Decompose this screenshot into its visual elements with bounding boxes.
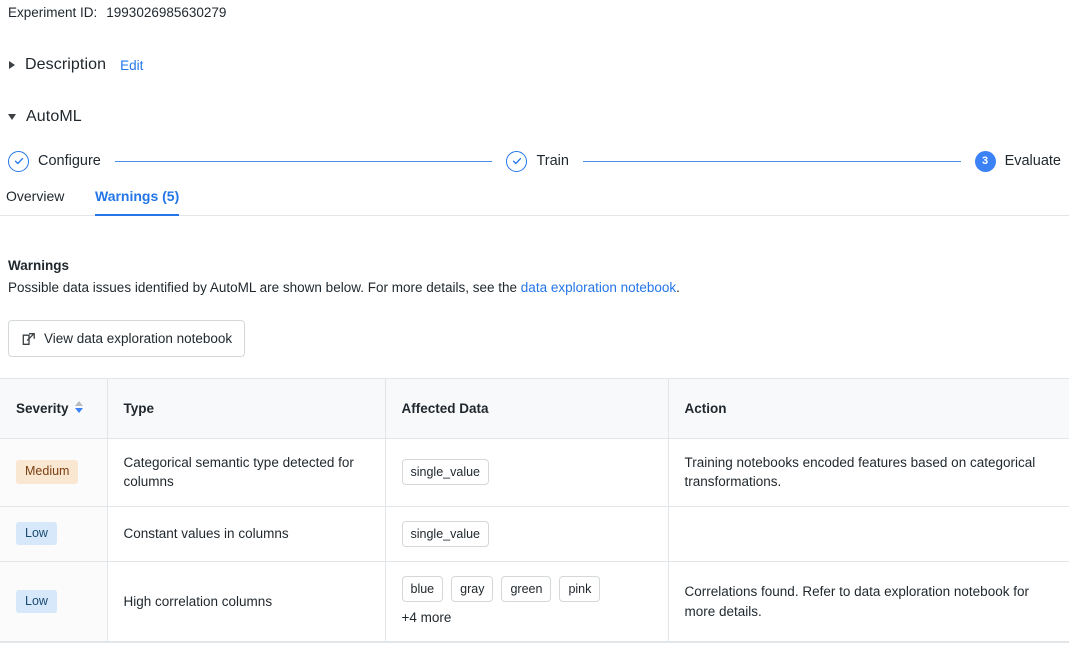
column-header-severity-label: Severity [16, 400, 69, 416]
table-header-row: Severity Type Affected Data Action [0, 379, 1069, 439]
check-circle-icon [506, 150, 528, 172]
cell-action: Correlations found. Refer to data explor… [668, 561, 1069, 643]
sort-arrows-icon[interactable] [74, 401, 83, 414]
step-train[interactable]: Train [506, 150, 569, 172]
section-title-description: Description [25, 56, 107, 73]
chip-more-label[interactable]: +4 more [402, 608, 452, 628]
automl-stepper: Configure Train 3 Evaluate [8, 147, 1061, 175]
warnings-heading: Warnings [8, 258, 70, 273]
status-badge: Low [16, 589, 57, 614]
tab-warnings[interactable]: Warnings (5) [95, 182, 180, 216]
chip: gray [451, 575, 494, 602]
warnings-table: Severity Type Affected Data Action Mediu… [0, 378, 1069, 644]
section-header-description[interactable]: Description Edit [8, 56, 143, 74]
sort-descending-arrow [74, 408, 83, 414]
cell-severity: Low [0, 561, 108, 643]
experiment-id-line: Experiment ID: 1993026985630279 [8, 5, 226, 20]
table-row: Low Constant values in columns single_va… [0, 506, 1069, 562]
data-exploration-notebook-link[interactable]: data exploration notebook [521, 280, 676, 295]
chip: blue [401, 575, 444, 602]
check-circle-icon [8, 150, 29, 172]
tab-bar: Overview Warnings (5) [0, 182, 1069, 216]
cell-severity: Medium [0, 438, 108, 507]
step-label-train: Train [536, 153, 569, 169]
step-configure[interactable]: Configure [8, 150, 101, 172]
step-connector-2 [582, 160, 961, 162]
cell-severity: Low [0, 506, 108, 562]
experiment-id-value: 1993026985630279 [106, 5, 227, 20]
chip: pink [559, 575, 601, 602]
column-header-type[interactable]: Type [107, 379, 386, 439]
column-header-action[interactable]: Action [668, 379, 1069, 439]
view-data-exploration-notebook-button[interactable]: View data exploration notebook [8, 320, 246, 357]
experiment-id-label: Experiment ID: [8, 5, 98, 20]
section-title-automl: AutoML [26, 108, 82, 125]
table-row: Medium Categorical semantic type detecte… [0, 438, 1069, 507]
section-header-automl[interactable]: AutoML [8, 108, 82, 126]
automl-warnings-page: Experiment ID: 1993026985630279 Descripti… [0, 0, 1069, 647]
cell-type: High correlation columns [107, 561, 386, 643]
cell-type: Constant values in columns [107, 506, 386, 562]
chevron-right-icon[interactable] [9, 61, 15, 69]
cell-affected-data: single_value [385, 438, 669, 507]
chip: single_value [401, 459, 489, 486]
status-badge: Low [16, 521, 57, 546]
cell-affected-data: single_value [385, 506, 669, 562]
tab-overview[interactable]: Overview [6, 182, 64, 215]
warnings-description: Possible data issues identified by AutoM… [8, 280, 680, 295]
step-number-badge: 3 [974, 150, 996, 172]
step-connector-1 [114, 160, 493, 162]
step-evaluate[interactable]: 3 Evaluate [974, 150, 1061, 172]
warnings-description-period: . [676, 280, 680, 295]
chevron-down-icon[interactable] [8, 114, 16, 120]
cell-affected-data: blue gray green pink +4 more [385, 561, 669, 643]
edit-description-link[interactable]: Edit [120, 58, 143, 73]
table-row: Low High correlation columns blue gray g… [0, 561, 1069, 643]
warnings-description-text: Possible data issues identified by AutoM… [8, 280, 521, 295]
external-link-icon [21, 331, 37, 347]
view-notebook-button-label: View data exploration notebook [44, 331, 233, 346]
column-header-severity[interactable]: Severity [0, 379, 108, 439]
chip: single_value [401, 520, 489, 547]
status-badge: Medium [16, 460, 79, 484]
chip: green [501, 575, 552, 602]
sort-ascending-arrow [74, 401, 83, 407]
step-label-configure: Configure [38, 153, 101, 169]
chip-list: blue gray green pink +4 more [401, 575, 652, 628]
cell-action: Training notebooks encoded features base… [668, 438, 1069, 507]
chip-list: single_value [401, 520, 652, 547]
cell-action [668, 506, 1069, 562]
column-header-affected-data[interactable]: Affected Data [385, 379, 669, 439]
chip-list: single_value [401, 459, 652, 486]
step-label-evaluate: Evaluate [1004, 153, 1061, 169]
cell-type: Categorical semantic type detected for c… [107, 438, 386, 507]
